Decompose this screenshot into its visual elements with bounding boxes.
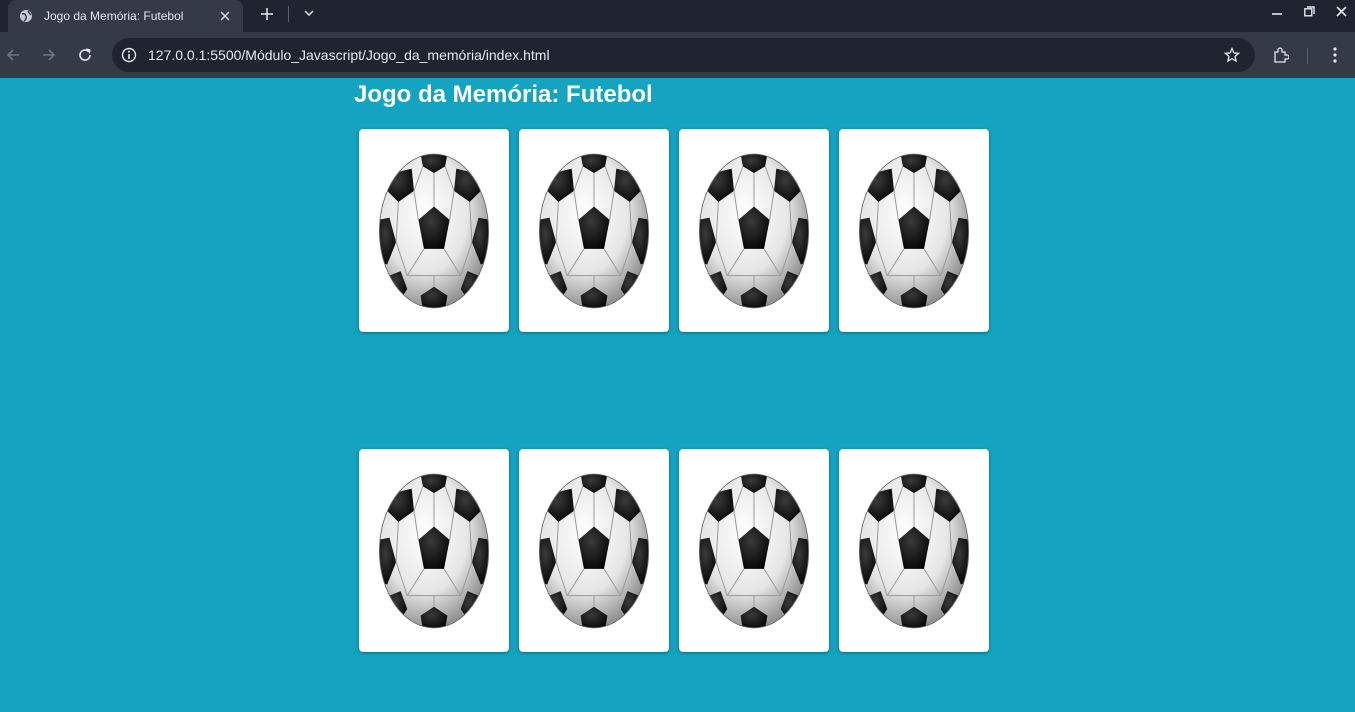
back-icon[interactable] — [2, 44, 24, 66]
soccer-ball-icon — [378, 473, 490, 629]
memory-card[interactable] — [839, 129, 989, 332]
soccer-ball-icon — [858, 153, 970, 309]
soccer-ball-icon — [698, 473, 810, 629]
menu-icon[interactable] — [1324, 44, 1346, 66]
globe-icon — [18, 8, 34, 24]
restore-icon[interactable] — [1298, 2, 1320, 20]
browser-tab[interactable]: Jogo da Memória: Futebol — [8, 0, 243, 32]
address-bar[interactable]: 127.0.0.1:5500/Módulo_Javascript/Jogo_da… — [112, 38, 1255, 72]
memory-card[interactable] — [679, 449, 829, 652]
memory-card[interactable] — [359, 129, 509, 332]
soccer-ball-icon — [378, 153, 490, 309]
plus-icon[interactable] — [257, 4, 277, 24]
minimize-icon[interactable] — [1266, 2, 1288, 20]
page-title: Jogo da Memória: Futebol — [354, 81, 653, 108]
star-icon[interactable] — [1223, 46, 1241, 64]
toolbar-separator — [1307, 48, 1308, 64]
reload-icon[interactable] — [74, 44, 96, 66]
close-icon[interactable] — [217, 8, 233, 24]
extensions-icon[interactable] — [1270, 44, 1292, 66]
memory-card[interactable] — [839, 449, 989, 652]
soccer-ball-icon — [538, 153, 650, 309]
url-text[interactable]: 127.0.0.1:5500/Módulo_Javascript/Jogo_da… — [148, 47, 550, 63]
soccer-ball-icon — [858, 473, 970, 629]
soccer-ball-icon — [698, 153, 810, 309]
tab-title: Jogo da Memória: Futebol — [44, 9, 184, 23]
tab-separator — [288, 6, 289, 22]
close-window-icon[interactable] — [1330, 2, 1352, 20]
info-icon[interactable] — [120, 46, 138, 64]
memory-card[interactable] — [359, 449, 509, 652]
chevron-down-icon[interactable] — [300, 4, 318, 22]
memory-card[interactable] — [519, 129, 669, 332]
forward-icon[interactable] — [38, 44, 60, 66]
page-content: Jogo da Memória: Futebol — [0, 78, 1355, 712]
tab-strip: Jogo da Memória: Futebol — [0, 0, 1355, 32]
soccer-ball-icon — [538, 473, 650, 629]
memory-card[interactable] — [519, 449, 669, 652]
memory-card[interactable] — [679, 129, 829, 332]
browser-toolbar: 127.0.0.1:5500/Módulo_Javascript/Jogo_da… — [0, 32, 1355, 78]
